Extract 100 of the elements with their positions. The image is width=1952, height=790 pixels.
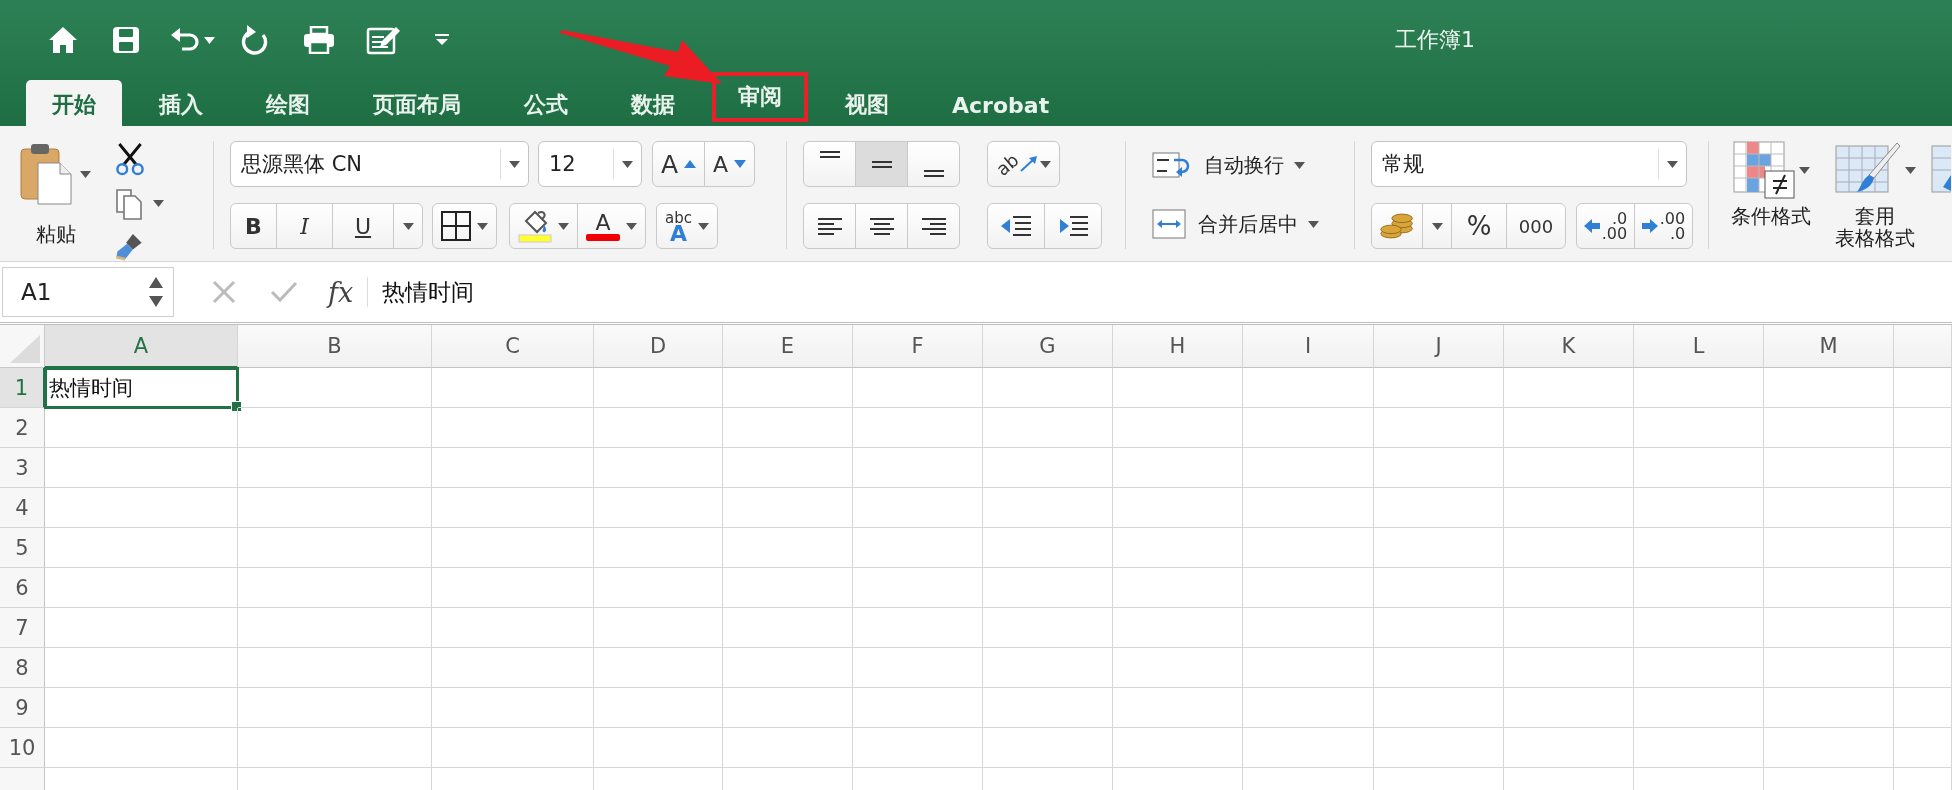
table-cell[interactable] <box>594 608 723 648</box>
table-cell[interactable] <box>1634 408 1764 448</box>
save-icon[interactable] <box>112 26 140 54</box>
table-cell[interactable] <box>1504 648 1634 688</box>
ribbon-tab[interactable]: 审阅 <box>712 72 808 122</box>
table-cell[interactable] <box>1504 608 1634 648</box>
table-cell[interactable] <box>1764 688 1894 728</box>
table-cell[interactable] <box>1374 448 1504 488</box>
table-cell[interactable] <box>1504 528 1634 568</box>
table-cell[interactable] <box>432 528 594 568</box>
table-cell[interactable] <box>1504 488 1634 528</box>
table-cell[interactable] <box>1113 608 1243 648</box>
check-icon[interactable] <box>270 281 298 303</box>
table-cell[interactable] <box>238 648 432 688</box>
table-cell[interactable] <box>1113 568 1243 608</box>
table-cell[interactable] <box>1504 728 1634 768</box>
table-cell[interactable] <box>594 568 723 608</box>
table-cell[interactable] <box>723 648 853 688</box>
align-button[interactable] <box>855 203 908 249</box>
ribbon-tab[interactable]: Acrobat <box>926 80 1076 126</box>
table-cell[interactable] <box>1113 368 1243 408</box>
table-cell[interactable] <box>983 368 1113 408</box>
table-cell[interactable] <box>1764 568 1894 608</box>
table-cell[interactable] <box>983 728 1113 768</box>
table-cell[interactable] <box>1243 448 1374 488</box>
table-cell[interactable] <box>45 568 238 608</box>
table-cell[interactable] <box>1764 608 1894 648</box>
table-cell[interactable] <box>45 448 238 488</box>
column-header[interactable]: D <box>594 325 723 368</box>
table-cell[interactable] <box>723 448 853 488</box>
ribbon-tab[interactable]: 开始 <box>26 80 122 126</box>
borders-button[interactable] <box>432 203 497 249</box>
table-cell[interactable] <box>1374 568 1504 608</box>
table-cell[interactable] <box>432 488 594 528</box>
undo-icon[interactable] <box>170 26 200 54</box>
table-cell[interactable] <box>1374 728 1504 768</box>
table-cell[interactable] <box>983 568 1113 608</box>
table-cell[interactable] <box>594 448 723 488</box>
ribbon-tab[interactable]: 插入 <box>133 80 229 126</box>
select-all-corner[interactable] <box>0 325 45 368</box>
shrink-font-button[interactable]: A <box>704 141 756 187</box>
table-cell[interactable] <box>1113 648 1243 688</box>
table-cell[interactable] <box>853 408 983 448</box>
table-cell[interactable] <box>723 528 853 568</box>
table-cell[interactable] <box>853 368 983 408</box>
table-cell[interactable] <box>1504 688 1634 728</box>
increase-decimal-button[interactable]: .0 .00 <box>1576 203 1635 249</box>
table-cell[interactable] <box>853 488 983 528</box>
table-cell[interactable] <box>1634 488 1764 528</box>
table-cell[interactable] <box>1374 408 1504 448</box>
font-color-button[interactable]: A <box>577 203 646 249</box>
table-cell[interactable] <box>1504 568 1634 608</box>
table-cell[interactable] <box>594 528 723 568</box>
percent-button[interactable]: % <box>1451 203 1507 249</box>
row-header[interactable]: 6 <box>0 568 45 608</box>
table-cell[interactable] <box>432 728 594 768</box>
table-cell[interactable] <box>594 368 723 408</box>
row-header[interactable]: 1 <box>0 368 45 408</box>
table-cell[interactable] <box>1634 608 1764 648</box>
table-cell[interactable] <box>45 648 238 688</box>
table-cell[interactable] <box>45 528 238 568</box>
table-cell[interactable] <box>983 448 1113 488</box>
table-cell[interactable] <box>1894 688 1952 728</box>
table-cell[interactable] <box>1764 488 1894 528</box>
table-cell[interactable] <box>1764 648 1894 688</box>
table-cell[interactable] <box>238 528 432 568</box>
align-button[interactable] <box>803 203 856 249</box>
table-cell[interactable] <box>983 688 1113 728</box>
table-cell[interactable] <box>432 568 594 608</box>
table-cell[interactable] <box>853 688 983 728</box>
italic-button[interactable]: I <box>276 203 333 249</box>
table-cell[interactable] <box>238 688 432 728</box>
column-header[interactable]: B <box>238 325 432 368</box>
table-cell[interactable] <box>238 728 432 768</box>
number-format-field[interactable]: 常规 <box>1371 141 1687 187</box>
orientation-button[interactable]: ab <box>987 141 1061 187</box>
table-cell[interactable] <box>594 688 723 728</box>
customize-menu-icon[interactable] <box>435 34 449 46</box>
table-cell[interactable] <box>1243 688 1374 728</box>
table-cell[interactable] <box>1113 488 1243 528</box>
table-cell[interactable] <box>853 528 983 568</box>
table-cell[interactable] <box>1634 728 1764 768</box>
column-header[interactable]: E <box>723 325 853 368</box>
table-cell[interactable] <box>1764 448 1894 488</box>
column-header[interactable]: I <box>1243 325 1374 368</box>
table-cell[interactable] <box>238 568 432 608</box>
table-cell[interactable] <box>1894 568 1952 608</box>
table-cell[interactable] <box>853 728 983 768</box>
table-cell[interactable] <box>1243 608 1374 648</box>
table-cell[interactable] <box>1894 648 1952 688</box>
table-cell[interactable] <box>1374 648 1504 688</box>
table-cell[interactable] <box>1894 728 1952 768</box>
decrease-decimal-button[interactable]: .00 .0 <box>1634 203 1693 249</box>
row-header[interactable]: 2 <box>0 408 45 448</box>
table-cell[interactable] <box>723 408 853 448</box>
table-cell[interactable] <box>45 728 238 768</box>
table-cell[interactable] <box>1764 368 1894 408</box>
row-header[interactable]: 10 <box>0 728 45 768</box>
table-cell[interactable] <box>1894 408 1952 448</box>
row-header[interactable]: 7 <box>0 608 45 648</box>
